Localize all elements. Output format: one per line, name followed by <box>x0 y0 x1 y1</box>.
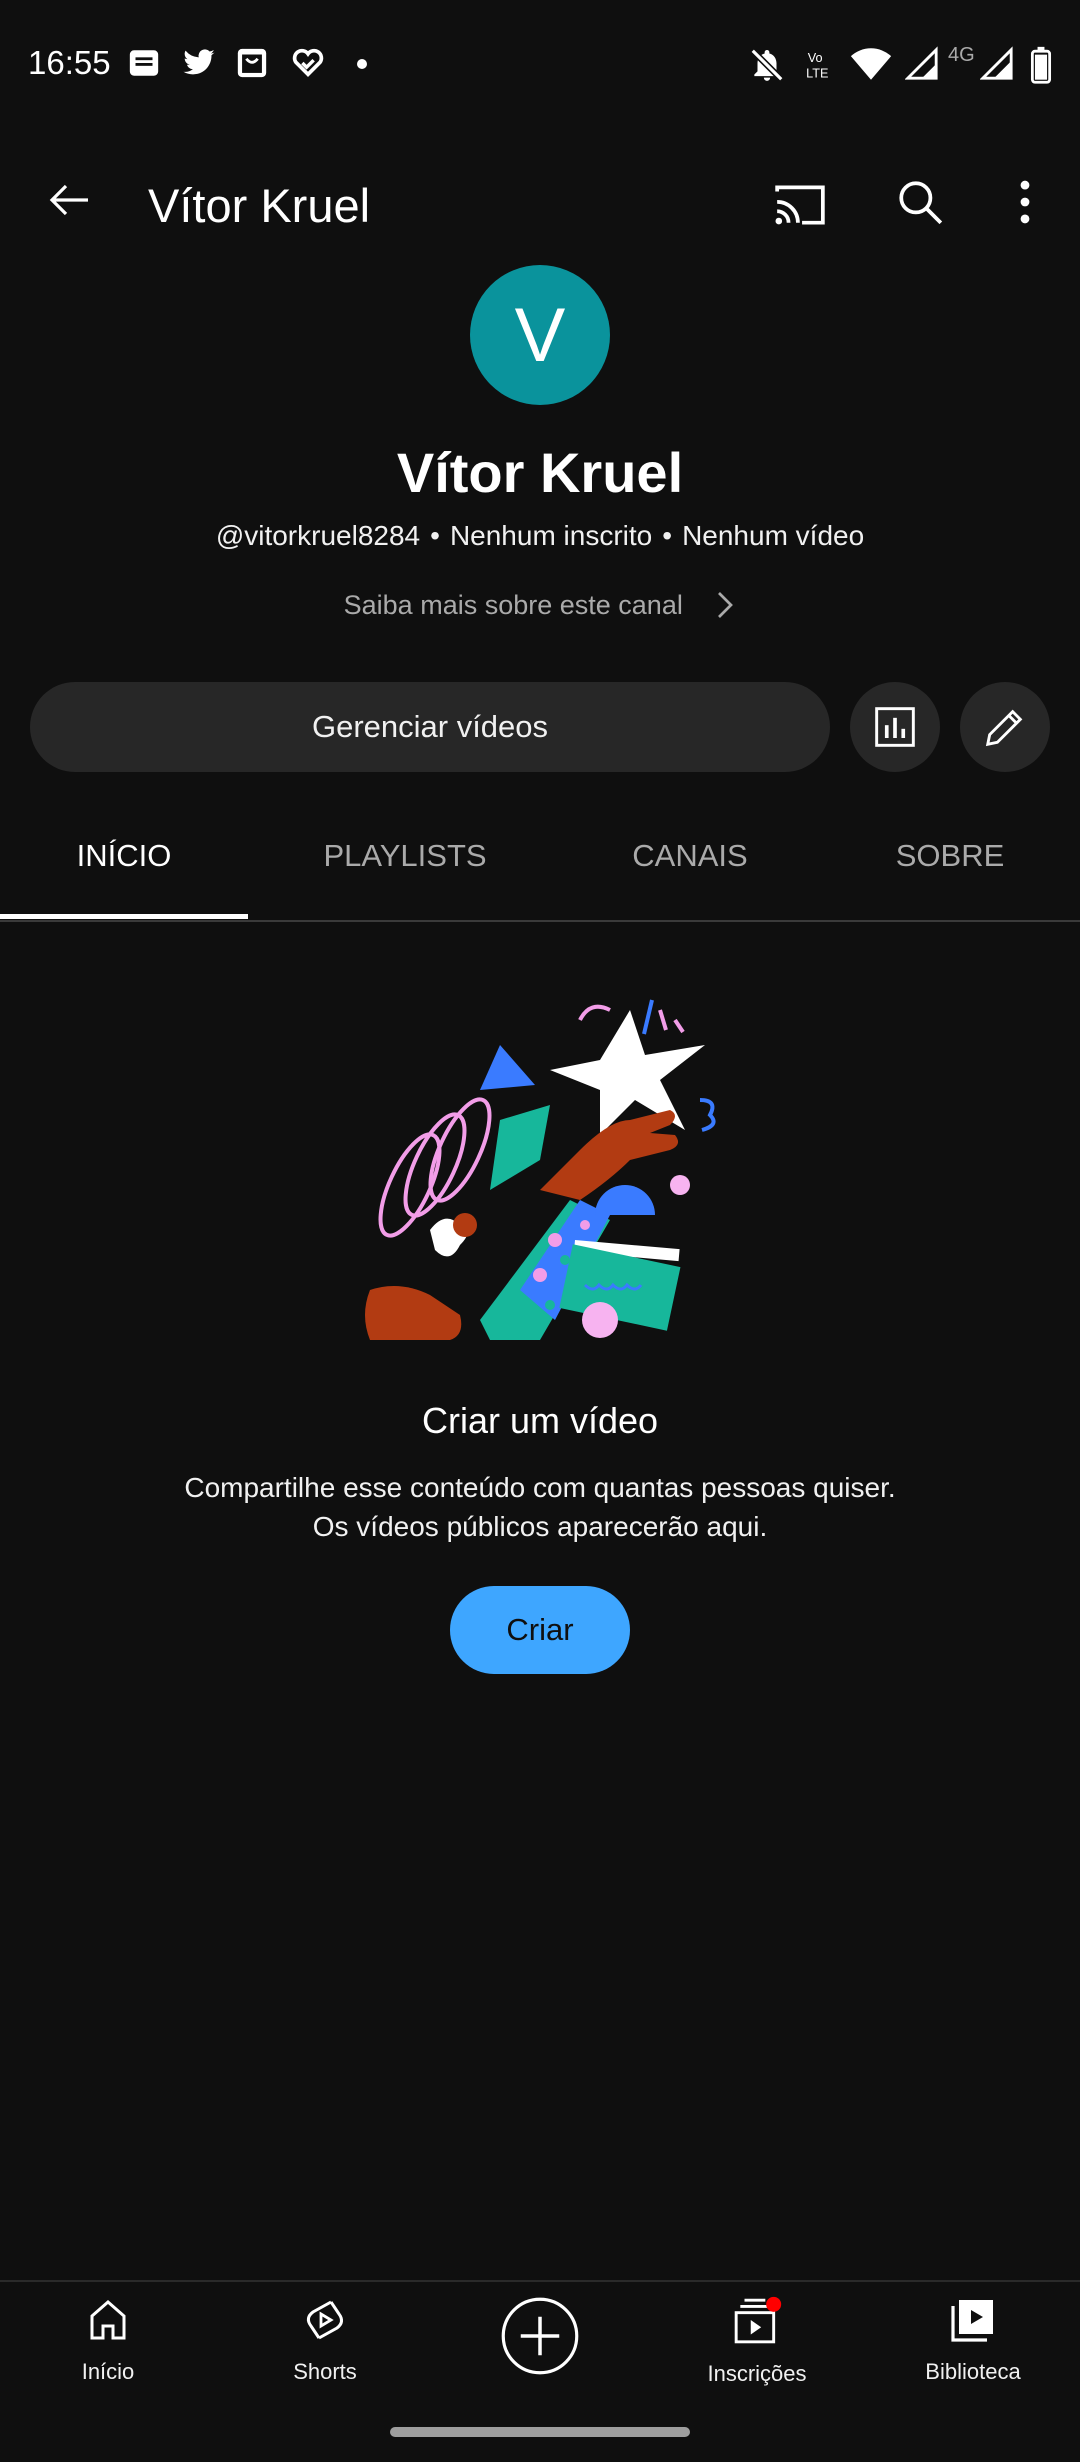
analytics-icon <box>875 707 915 747</box>
health-notification-icon <box>292 48 324 77</box>
arrow-back-icon <box>49 184 88 216</box>
svg-text:Vo: Vo <box>808 51 823 65</box>
library-icon <box>951 2300 993 2342</box>
news-notification-icon <box>129 50 159 76</box>
twitter-notification-icon <box>183 49 215 75</box>
learn-more-label: Saiba mais sobre este canal <box>343 590 683 620</box>
notification-dot <box>766 2296 782 2312</box>
manage-videos-button[interactable]: Gerenciar vídeos <box>30 682 830 772</box>
separator-dot: • <box>662 520 673 551</box>
create-button[interactable]: Criar <box>450 1586 630 1674</box>
page-title: Vítor Kruel <box>148 179 371 232</box>
search-button[interactable] <box>890 172 950 232</box>
more-vert-icon <box>1020 180 1030 224</box>
search-icon <box>899 181 943 225</box>
channel-name: Vítor Kruel <box>396 441 684 504</box>
silent-mode-icon <box>750 48 784 82</box>
tab-sobre[interactable]: SOBRE <box>860 838 1040 874</box>
tab-playlists[interactable]: PLAYLISTS <box>290 838 520 874</box>
more-options-button[interactable] <box>1000 172 1050 232</box>
channel-tabs: INÍCIO PLAYLISTS CANAIS SOBRE <box>0 800 1080 922</box>
video-count: Nenhum vídeo <box>682 520 865 551</box>
top-app-bar: Vítor Kruel <box>0 130 1080 280</box>
battery-icon <box>1030 46 1052 84</box>
tab-inicio[interactable]: INÍCIO <box>0 838 248 874</box>
empty-state-description: Compartilhe esse conteúdo com quantas pe… <box>0 1468 1080 1546</box>
status-bar: 16:55 Vo LTE 4G <box>0 0 1080 130</box>
shorts-icon <box>306 2300 344 2340</box>
create-video-illustration <box>365 999 716 1340</box>
empty-state-title: Criar um vídeo <box>421 1400 659 1441</box>
chevron-right-icon <box>718 592 734 618</box>
channel-avatar[interactable]: V <box>470 265 610 405</box>
empty-state-line-1: Compartilhe esse conteúdo com quantas pe… <box>184 1472 896 1503</box>
shopping-notification-icon <box>237 48 267 78</box>
add-circle-icon <box>501 2297 579 2375</box>
subscriber-count: Nenhum inscrito <box>449 520 653 551</box>
more-notifications-dot-icon <box>357 59 367 69</box>
status-time: 16:55 <box>28 44 111 81</box>
analytics-button[interactable] <box>850 682 940 772</box>
learn-more-link[interactable]: Saiba mais sobre este canal <box>0 590 1080 621</box>
active-tab-indicator <box>0 914 248 919</box>
signal-icon-2 <box>980 46 1013 80</box>
channel-meta: @vitorkruel8284 • Nenhum inscrito • Nenhum v… <box>0 520 1080 552</box>
back-button[interactable] <box>40 170 100 230</box>
pencil-icon <box>985 709 1023 747</box>
edit-channel-button[interactable] <box>960 682 1050 772</box>
nav-library-label: Biblioteca <box>925 2359 1021 2384</box>
nav-shorts-label: Shorts <box>293 2359 357 2384</box>
cast-icon <box>775 185 825 225</box>
signal-icon-1 <box>905 46 938 80</box>
channel-handle: @vitorkruel8284 <box>215 520 421 551</box>
cast-button[interactable] <box>770 174 830 234</box>
nav-library[interactable]: Biblioteca <box>893 2296 1053 2385</box>
tab-canais[interactable]: CANAIS <box>590 838 790 874</box>
svg-text:LTE: LTE <box>806 67 828 81</box>
home-icon <box>90 2300 126 2340</box>
nav-home-label: Início <box>81 2359 135 2384</box>
wifi-icon <box>850 48 892 80</box>
nav-create[interactable] <box>460 2294 620 2383</box>
nav-subscriptions[interactable]: Inscrições <box>677 2296 837 2387</box>
nav-home[interactable]: Início <box>28 2296 188 2385</box>
subscriptions-icon <box>734 2296 782 2344</box>
nav-shorts[interactable]: Shorts <box>245 2296 405 2385</box>
empty-state-line-2: Os vídeos públicos aparecerão aqui. <box>312 1511 768 1542</box>
nav-subscriptions-label: Inscrições <box>707 2361 807 2386</box>
network-type-label: 4G <box>948 44 975 66</box>
gesture-home-indicator[interactable] <box>390 2427 690 2437</box>
separator-dot: • <box>430 520 440 551</box>
manage-videos-label: Gerenciar vídeos <box>311 709 549 744</box>
volte-icon: Vo LTE <box>806 51 828 81</box>
